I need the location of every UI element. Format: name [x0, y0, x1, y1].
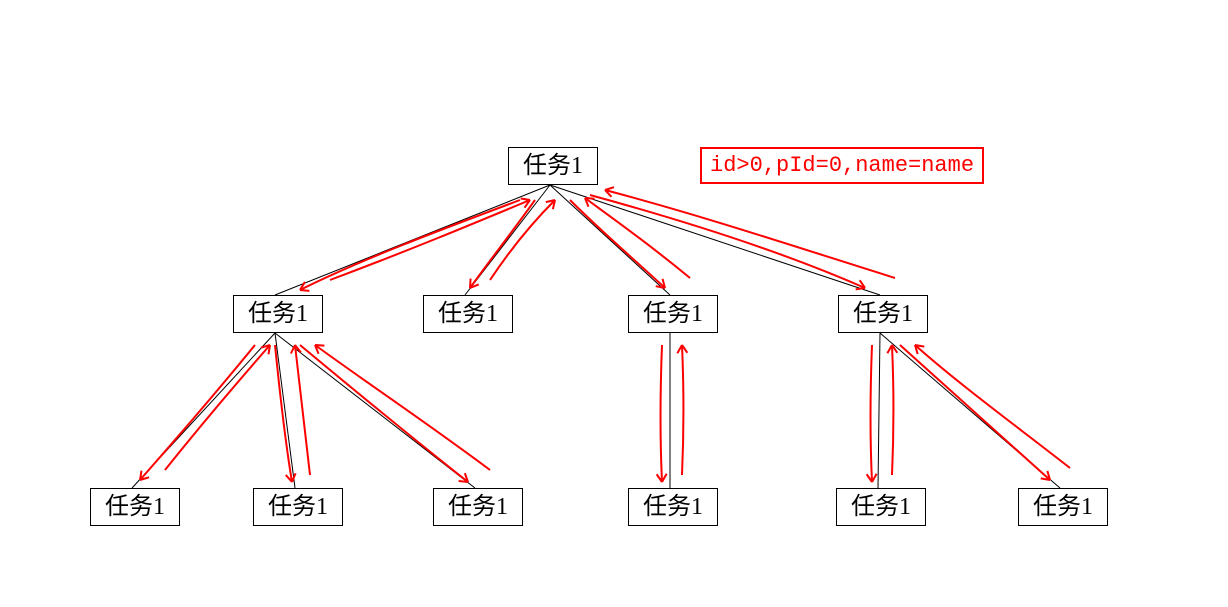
node-l2d: 任务1 — [838, 295, 928, 333]
node-l2a: 任务1 — [233, 295, 323, 333]
node-label: 任务1 — [1033, 494, 1093, 520]
edge-root-l2a — [275, 185, 550, 295]
node-root: 任务1 — [508, 147, 598, 185]
arrow-down-l2d-l3e — [871, 345, 873, 482]
node-l2b: 任务1 — [423, 295, 513, 333]
edge-root-l2b — [465, 185, 550, 295]
node-l3d: 任务1 — [628, 488, 718, 526]
node-label: 任务1 — [643, 494, 703, 520]
arrow-up-l3f-l2d — [915, 345, 1070, 468]
edge-l2d-l3f — [880, 333, 1060, 488]
node-l3a: 任务1 — [90, 488, 180, 526]
node-label: 任务1 — [643, 301, 703, 327]
edge-root-l2d — [550, 185, 880, 295]
arrow-down-root-l2c — [570, 200, 665, 288]
arrow-down-root-l2a — [300, 200, 520, 290]
node-label: 任务1 — [523, 153, 583, 179]
edge-root-l2c — [550, 185, 670, 295]
node-label: 任务1 — [438, 301, 498, 327]
node-l3e: 任务1 — [836, 488, 926, 526]
node-label: 任务1 — [851, 494, 911, 520]
edge-l2a-l3a — [132, 333, 275, 488]
arrow-up-l2b-root — [490, 200, 555, 280]
arrow-down-l2a-l3c — [300, 345, 468, 482]
edge-l2a-l3c — [275, 333, 475, 488]
arrow-up-l3e-l2d — [892, 345, 894, 475]
annotation-text: id>0,pId=0,name=name — [710, 153, 974, 178]
annotation-box: id>0,pId=0,name=name — [700, 147, 984, 184]
arrow-down-root-l2d — [590, 195, 865, 288]
arrow-down-l2a-l3a — [140, 345, 255, 480]
node-l3c: 任务1 — [433, 488, 523, 526]
node-label: 任务1 — [853, 301, 913, 327]
arrow-up-l2c-root — [585, 198, 690, 278]
node-label: 任务1 — [248, 301, 308, 327]
arrow-down-l2a-l3b — [275, 345, 292, 482]
edge-l2d-l3e — [878, 333, 880, 488]
arrow-up-l3a-l2a — [165, 345, 270, 470]
node-l2c: 任务1 — [628, 295, 718, 333]
node-l3b: 任务1 — [253, 488, 343, 526]
arrow-down-l2c-l3d — [661, 345, 663, 482]
node-label: 任务1 — [105, 494, 165, 520]
node-l3f: 任务1 — [1018, 488, 1108, 526]
arrow-up-l2a-root — [330, 200, 530, 280]
arrow-up-l3b-l2a — [295, 345, 310, 475]
arrow-down-root-l2b — [470, 200, 535, 288]
edge-l2a-l3b — [275, 333, 295, 488]
diagram-stage: 任务1 id>0,pId=0,name=name 任务1 任务1 任务1 任务1… — [0, 0, 1228, 607]
arrow-up-l3d-l2c — [682, 345, 684, 475]
arrow-up-l3c-l2a — [315, 345, 490, 470]
arrow-up-l2d-root — [605, 190, 895, 278]
node-label: 任务1 — [268, 494, 328, 520]
arrow-down-l2d-l3f — [900, 345, 1050, 480]
node-label: 任务1 — [448, 494, 508, 520]
